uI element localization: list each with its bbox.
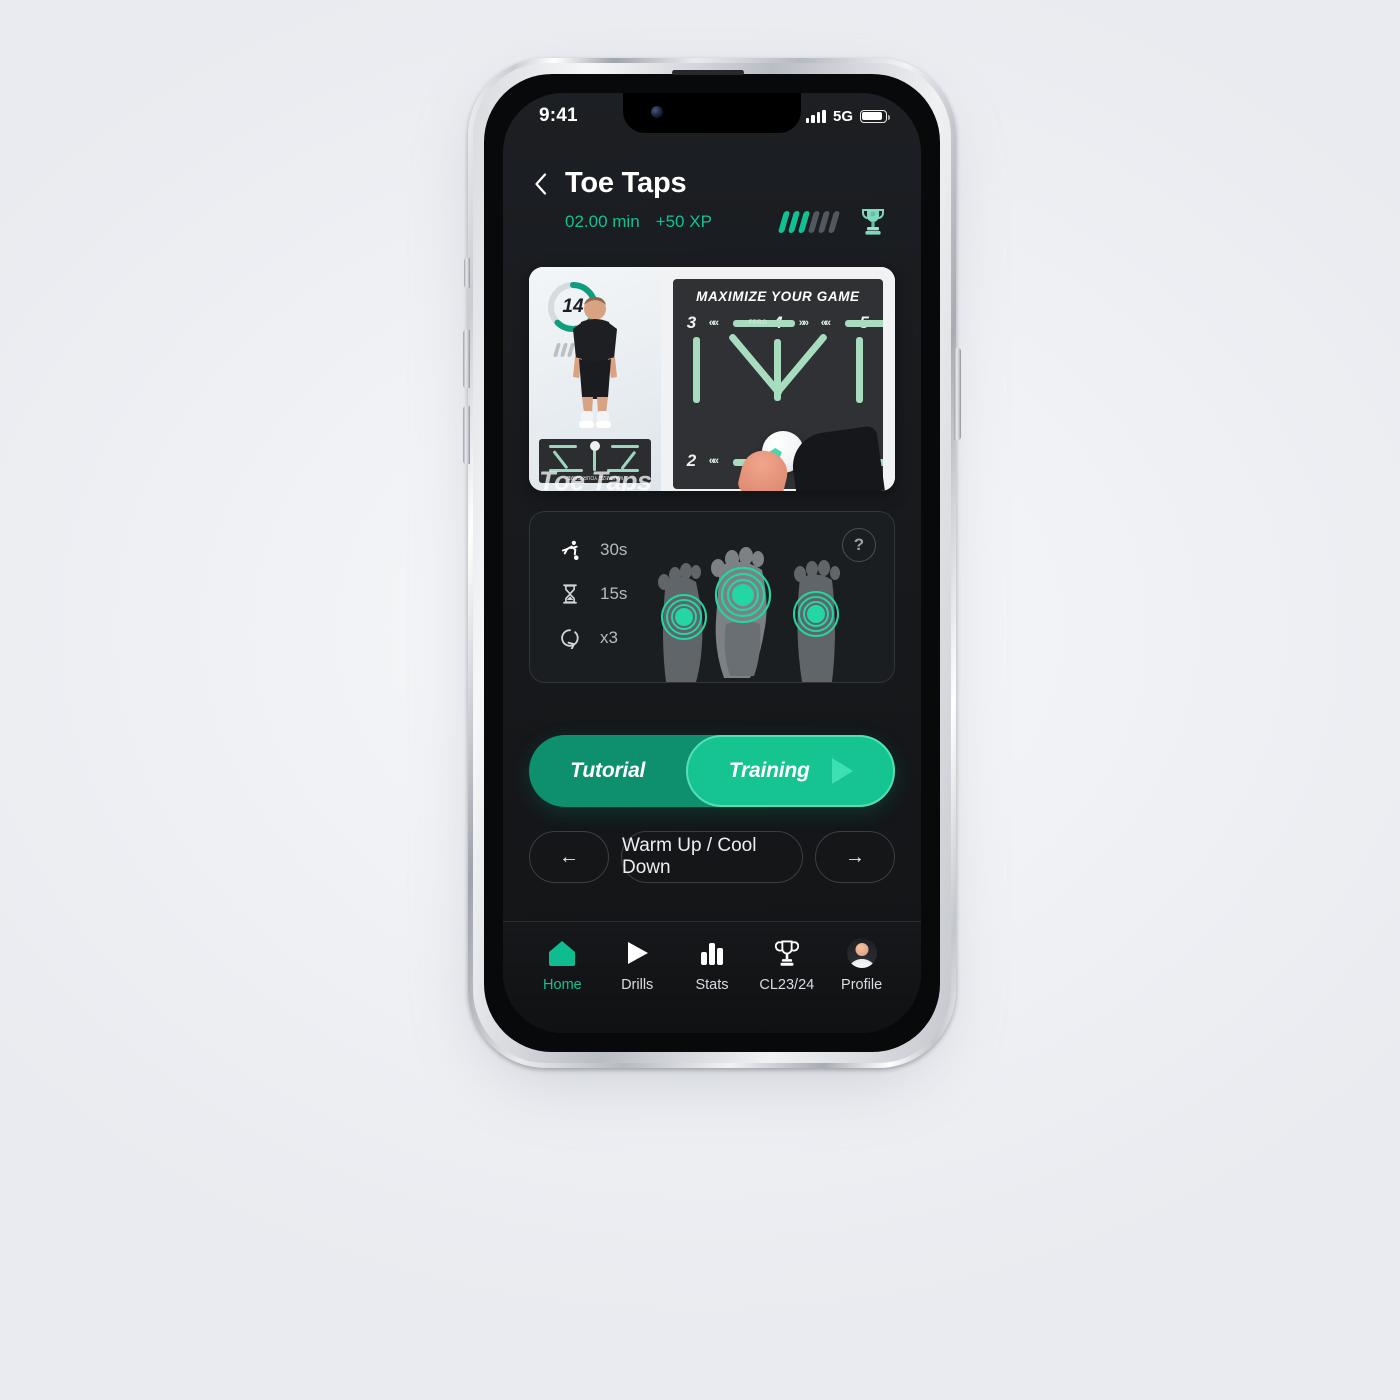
tab-cl2324[interactable]: CL23/24 (749, 938, 824, 993)
training-button[interactable]: Training (686, 735, 895, 807)
hourglass-icon (558, 582, 582, 606)
bottom-tab-bar: Home Drills Stats CL23/24 Profile (503, 921, 921, 1033)
tab-label-stats: Stats (695, 977, 729, 993)
page-header: Toe Taps 02.00 min +50 XP (503, 139, 921, 237)
app-screen: 9:41 5G Toe Taps 02.00 min +50 XP 14 MAX… (503, 93, 921, 1033)
avatar (846, 938, 877, 968)
status-indicators: 5G (805, 107, 890, 125)
tab-stats[interactable]: Stats (675, 938, 750, 993)
pager-next-button[interactable]: → (815, 831, 895, 883)
drill-media-card[interactable]: 14 MAXIMIZE YOUR GAME Toe Taps MAXIMIZE … (529, 267, 895, 491)
tab-label-cl2324: CL23/24 (759, 977, 815, 993)
pager-label[interactable]: Warm Up / Cool Down (621, 831, 803, 883)
trophy-icon (774, 938, 800, 968)
volume-down-button[interactable] (463, 406, 470, 464)
mat-bar-right-vertical (856, 337, 863, 403)
mat-number-2: 2 (686, 451, 697, 470)
media-ghost-title: Toe Taps (539, 466, 652, 491)
phone-bezel: 9:41 5G Toe Taps 02.00 min +50 XP 14 MAX… (484, 74, 940, 1052)
running-icon (558, 538, 582, 562)
tab-label-drills: Drills (621, 977, 654, 993)
back-button[interactable] (529, 169, 551, 199)
parameter-value-rest: 15s (600, 584, 628, 603)
parameter-row-rest: 15s (558, 582, 627, 606)
battery-icon (860, 109, 890, 123)
pager-prev-button[interactable]: ← (529, 831, 609, 883)
training-button-label: Training (728, 759, 810, 782)
feet-contact-points-icon (658, 547, 840, 682)
parameter-row-work: 30s (558, 538, 627, 562)
bar-chart-icon (698, 938, 726, 968)
volume-up-button[interactable] (463, 330, 470, 388)
mat-chevron-left-1: «« (708, 317, 719, 329)
header-meta: 02.00 min +50 XP (565, 212, 712, 232)
media-preview-left: 14 MAXIMIZE YOUR GAME Toe Taps (529, 267, 661, 491)
difficulty-bars-icon (777, 211, 841, 233)
tab-profile[interactable]: Profile (824, 938, 899, 993)
mat-bar-top-right (844, 320, 883, 327)
front-camera-icon (651, 106, 663, 118)
phone-frame: 9:41 5G Toe Taps 02.00 min +50 XP 14 MAX… (468, 58, 956, 1068)
parameter-value-work: 30s (600, 540, 628, 559)
parameter-value-sets: x3 (600, 628, 618, 647)
status-time: 9:41 (539, 105, 578, 126)
tab-drills[interactable]: Drills (600, 938, 675, 993)
parameter-row-sets: x3 (558, 626, 627, 650)
avatar-icon (846, 938, 877, 968)
mat-chevron-left-3: «« (708, 455, 719, 467)
mute-switch[interactable] (464, 258, 470, 288)
header-right-group (777, 207, 887, 237)
play-icon (623, 938, 651, 968)
mat-bar-left-vertical (692, 337, 700, 403)
page-title: Toe Taps (565, 167, 687, 199)
earpiece-speaker (672, 70, 744, 75)
mat-chevron-right-1: »» (798, 317, 809, 329)
play-icon (831, 758, 853, 784)
drill-parameters-list: 30s 15s x3 (558, 538, 627, 650)
duration-label: 02.00 min (565, 212, 640, 231)
phone-screen: 9:41 5G Toe Taps 02.00 min +50 XP 14 MAX… (503, 93, 921, 1033)
tutorial-button[interactable]: Tutorial (529, 735, 686, 807)
brand-chip: FPRO (748, 320, 768, 326)
chevron-left-icon (534, 172, 546, 195)
mat-chevron-left-2: «« (820, 317, 831, 329)
header-title-row: Toe Taps (529, 167, 891, 200)
drill-parameters-card: 30s 15s x3 ? (529, 511, 895, 683)
section-pager: ← Warm Up / Cool Down → (529, 831, 895, 883)
repeat-icon (558, 626, 582, 650)
mat-number-3: 3 (686, 313, 697, 332)
battery-fill (862, 111, 883, 121)
tab-label-profile: Profile (841, 977, 883, 993)
xp-label: +50 XP (655, 212, 712, 231)
phone-notch (623, 93, 801, 133)
trophy-icon[interactable] (859, 207, 887, 237)
mode-segmented-control: Tutorial Training (529, 735, 895, 807)
network-label: 5G (832, 107, 853, 125)
header-meta-row: 02.00 min +50 XP (529, 207, 891, 237)
power-button[interactable] (954, 348, 961, 440)
tab-label-home: Home (543, 977, 582, 993)
athlete-silhouette (572, 297, 617, 428)
mat-heading: MAXIMIZE YOUR GAME (696, 289, 860, 304)
phone-frame-inner: 9:41 5G Toe Taps 02.00 min +50 XP 14 MAX… (473, 63, 951, 1063)
media-preview-right: MAXIMIZE YOUR GAME 3 4 5 2 6 «« (660, 267, 895, 491)
signal-bars-icon (805, 109, 826, 123)
home-icon (547, 938, 577, 968)
tab-home[interactable]: Home (525, 938, 600, 993)
